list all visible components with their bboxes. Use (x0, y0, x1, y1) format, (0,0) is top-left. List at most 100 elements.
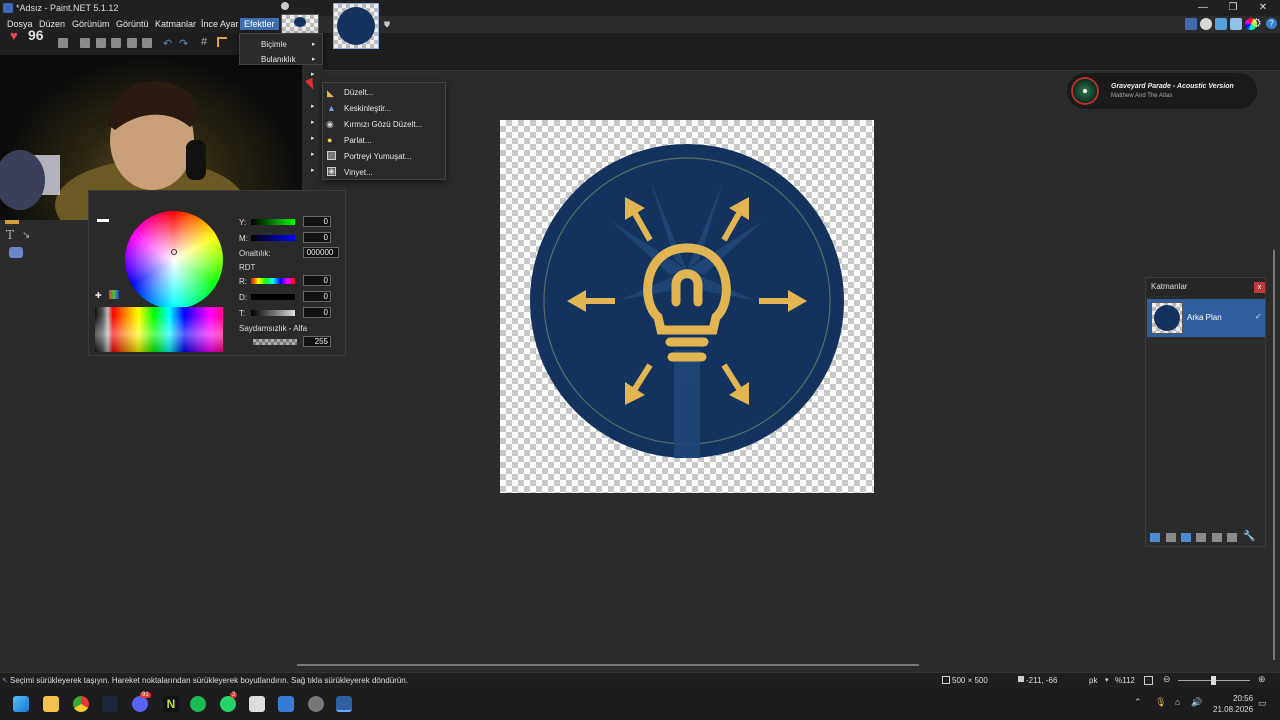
add-color-icon[interactable]: ✚ (95, 291, 102, 300)
hue-slider[interactable] (251, 278, 295, 284)
document-thumbnail-1[interactable] (281, 14, 319, 34)
whatsapp-icon[interactable] (220, 696, 236, 712)
submenu-arrow-icon: ▸ (311, 167, 315, 174)
alpha-value[interactable]: 255 (303, 336, 331, 347)
menu-view[interactable]: Görünüm (72, 19, 110, 29)
add-layer-icon[interactable] (1150, 533, 1160, 542)
unit-dropdown-icon[interactable]: ▾ (1105, 676, 1109, 684)
line-tool-icon[interactable]: ↘ (22, 230, 30, 241)
copy-icon[interactable] (96, 38, 106, 48)
history-icon[interactable] (1200, 18, 1212, 30)
microphone-icon[interactable]: 🎙 (1155, 697, 1166, 708)
grid-icon[interactable]: # (201, 36, 207, 48)
app-icon-window[interactable] (278, 696, 294, 712)
zoom-to-window-icon[interactable] (1144, 676, 1153, 685)
print-icon[interactable] (58, 38, 68, 48)
layer-properties-icon[interactable]: 🔧 (1243, 531, 1255, 542)
layer-visible-checkbox[interactable]: ✓ (1255, 312, 1262, 321)
menu-item-stylize[interactable]: Biçimle (261, 40, 287, 49)
window-title: *Adsız - Paint.NET 5.1.12 (16, 3, 119, 13)
menu-item-glow[interactable]: Parlat... (344, 136, 372, 145)
heart-icon: ♥ (10, 28, 18, 43)
move-layer-down-icon[interactable] (1227, 533, 1237, 542)
y-value[interactable]: 0 (303, 216, 331, 227)
crop-icon[interactable] (127, 38, 137, 48)
menu-item-vignette[interactable]: Vinyet... (344, 168, 373, 177)
start-icon[interactable] (13, 696, 29, 712)
document-dropdown-icon[interactable]: ⛊ (384, 20, 390, 30)
y-slider[interactable] (251, 219, 295, 225)
gear-icon[interactable]: ⚙ (1251, 16, 1262, 30)
alpha-slider[interactable] (253, 339, 297, 345)
tray-chevron-icon[interactable]: ⌃ (1134, 697, 1142, 708)
document-thumbnail-active[interactable] (333, 3, 379, 49)
app-icon-a[interactable] (249, 696, 265, 712)
zoom-slider-thumb[interactable] (1211, 676, 1216, 685)
help-icon[interactable]: ? (1266, 18, 1277, 29)
color-wheel-marker[interactable] (171, 249, 177, 255)
ruler-icon[interactable] (217, 37, 227, 47)
color-wheel[interactable] (125, 211, 223, 309)
hex-input[interactable]: 000000 (303, 247, 339, 258)
merge-layer-icon[interactable] (1196, 533, 1206, 542)
chrome-icon[interactable] (73, 696, 89, 712)
steam-icon[interactable] (102, 696, 118, 712)
layers-toggle-icon[interactable] (1215, 18, 1227, 30)
obs-icon[interactable] (308, 696, 324, 712)
maximize-icon[interactable]: ❐ (1226, 2, 1240, 14)
menu-item-blur[interactable]: Bulanıklık (261, 55, 296, 63)
t-value[interactable]: 0 (303, 307, 331, 318)
paste-icon[interactable] (111, 38, 121, 48)
minimize-icon[interactable]: — (1196, 2, 1210, 14)
duplicate-layer-icon[interactable] (1181, 533, 1191, 542)
m-slider[interactable] (251, 235, 295, 241)
redo-icon[interactable]: ↷ (179, 37, 188, 50)
shapes-tool-icon[interactable] (9, 247, 23, 258)
menu-item-red-eye[interactable]: Kırmızı Gözü Düzelt... (344, 120, 422, 129)
primary-color-swatch[interactable] (97, 219, 109, 222)
cut-icon[interactable] (80, 38, 90, 48)
spotify-icon[interactable] (190, 696, 206, 712)
zoom-in-icon[interactable]: ⊕ (1258, 674, 1266, 685)
menu-item-soften-portrait[interactable]: Portreyi Yumuşat... (344, 152, 411, 161)
saturation-slider[interactable] (251, 294, 295, 300)
menu-effects[interactable]: Efektler (240, 18, 279, 30)
menu-image[interactable]: Görüntü (116, 19, 149, 29)
unit-selector[interactable]: pk (1089, 676, 1097, 685)
tool-settings-icon[interactable] (1185, 18, 1197, 30)
colors-toggle-icon[interactable] (1230, 18, 1242, 30)
nvidia-icon[interactable]: N (163, 696, 179, 712)
deselect-icon[interactable] (142, 38, 152, 48)
settings-gear-icon[interactable] (281, 2, 289, 10)
m-value[interactable]: 0 (303, 232, 331, 243)
close-layers-icon[interactable]: x (1254, 282, 1265, 293)
alpha-header: Saydamsızlık - Alfa (239, 324, 308, 333)
r-value[interactable]: 0 (303, 275, 331, 286)
menu-adjustments[interactable]: İnce Ayar (201, 19, 238, 29)
value-slider[interactable] (251, 310, 295, 316)
notifications-icon[interactable]: ▭ (1258, 698, 1267, 709)
d-label: D: (239, 293, 247, 302)
menu-layers[interactable]: Katmanlar (155, 19, 196, 29)
menu-item-sharpen[interactable]: Keskinleştir... (344, 104, 391, 113)
layer-row[interactable]: Arka Plan ✓ (1147, 299, 1265, 337)
undo-icon[interactable]: ↶ (163, 37, 172, 50)
move-layer-up-icon[interactable] (1212, 533, 1222, 542)
text-tool-icon[interactable]: T (6, 228, 14, 242)
delete-layer-icon[interactable] (1166, 533, 1176, 542)
zoom-value[interactable]: %112 (1115, 676, 1135, 685)
close-icon[interactable]: ✕ (1256, 2, 1270, 14)
paintnet-taskbar-icon[interactable] (336, 696, 352, 712)
image-canvas[interactable] (500, 120, 874, 493)
discord-icon[interactable] (132, 696, 148, 712)
menu-item-adjust[interactable]: Düzelt... (344, 88, 373, 97)
network-icon[interactable]: ⌂ (1175, 697, 1180, 707)
palette-menu-icon[interactable] (109, 290, 119, 299)
horizontal-scrollbar[interactable] (297, 664, 919, 666)
volume-icon[interactable]: 🔊 (1191, 697, 1202, 708)
file-explorer-icon[interactable] (43, 696, 59, 712)
zoom-out-icon[interactable]: ⊖ (1163, 674, 1171, 685)
d-value[interactable]: 0 (303, 291, 331, 302)
color-palette[interactable] (95, 307, 223, 352)
vertical-scrollbar[interactable] (1273, 250, 1275, 660)
